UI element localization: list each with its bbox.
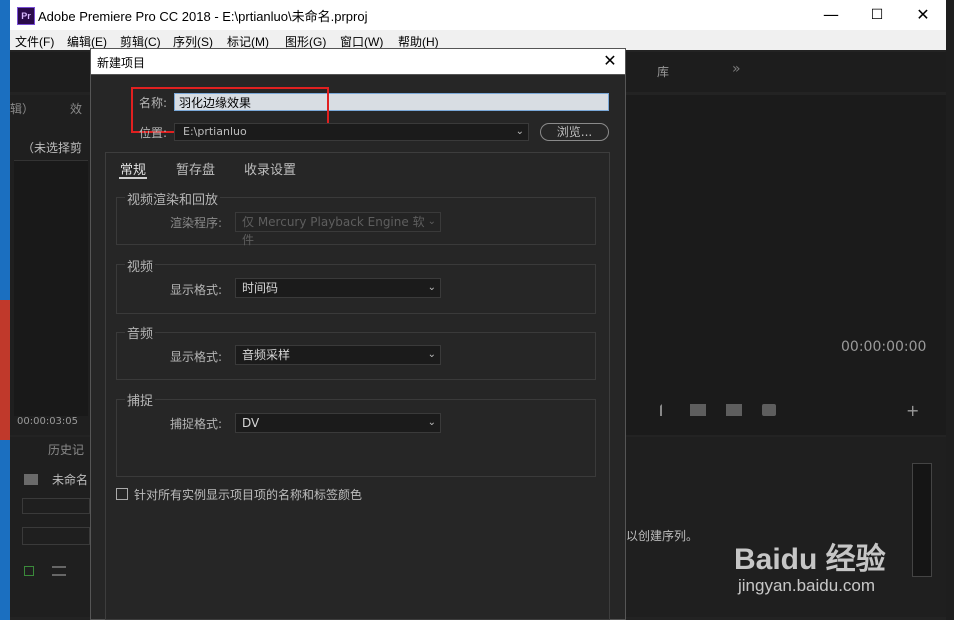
timecode-left: 00:00:03:05 — [17, 416, 79, 427]
effects-tab[interactable]: 效 — [70, 100, 82, 117]
right-panel-header — [626, 52, 946, 92]
audio-format-value: 音频采样 — [242, 348, 291, 362]
dialog-close-icon[interactable]: ✕ — [598, 50, 622, 72]
baidu-watermark-url: jingyan.baidu.com — [738, 576, 876, 595]
maximize-button[interactable]: ☐ — [854, 0, 900, 30]
video-format-label: 显示格式: — [170, 283, 223, 297]
libraries-tab[interactable]: 库 — [657, 63, 669, 80]
baidu-watermark-logo: Baidu 经验 — [734, 543, 886, 576]
tab-ingest-settings[interactable]: 收录设置 — [244, 159, 296, 178]
video-format-select[interactable]: 时间码 ⌄ — [235, 278, 441, 298]
location-value: E:\prtianluo — [183, 125, 247, 138]
capture-format-select[interactable]: DV ⌄ — [235, 413, 441, 433]
timecode-right: 00:00:00:00 — [841, 339, 927, 355]
audio-format-label: 显示格式: — [170, 350, 223, 364]
tab-general[interactable]: 常规 — [120, 159, 146, 178]
camera-icon[interactable] — [762, 404, 776, 416]
capture-title: 捕捉 — [125, 390, 156, 409]
location-label: 位置: — [139, 126, 168, 140]
tab-scratch-disks[interactable]: 暂存盘 — [176, 159, 215, 178]
audio-title: 音频 — [125, 323, 156, 342]
project-item-name[interactable]: 未命名 — [52, 471, 88, 488]
capture-format-label: 捕捉格式: — [170, 417, 223, 431]
dialog-title: 新建项目 — [97, 56, 146, 70]
video-format-value: 时间码 — [242, 281, 279, 295]
window-title: Adobe Premiere Pro CC 2018 - E:\prtianlu… — [38, 9, 368, 24]
browse-button[interactable]: 浏览... — [540, 123, 609, 141]
history-tab[interactable]: 历史记 — [48, 441, 84, 458]
renderer-select: 仅 Mercury Playback Engine 软件 ⌄ — [235, 212, 441, 247]
desktop-icons-strip — [0, 300, 10, 440]
capture-format-value: DV — [242, 416, 260, 430]
left-panel-header — [10, 52, 90, 92]
go-to-out-icon[interactable] — [650, 404, 662, 416]
audio-meter — [912, 463, 932, 577]
premiere-app-icon: Pr — [17, 7, 35, 25]
show-label-colors-label: 针对所有实例显示项目项的名称和标签颜色 — [134, 488, 363, 502]
no-selection-text: （未选择剪 — [22, 141, 83, 155]
project-search-input[interactable] — [22, 498, 90, 514]
menu-file[interactable]: 文件(F) — [15, 33, 54, 50]
renderer-label: 渲染程序: — [170, 216, 223, 230]
video-render-title: 视频渲染和回放 — [125, 189, 221, 208]
project-list-field[interactable] — [22, 527, 90, 545]
effect-controls-body — [14, 160, 88, 416]
show-label-colors-checkbox[interactable] — [116, 488, 128, 500]
active-tab-underline — [119, 177, 147, 179]
chevron-down-icon: ⌄ — [427, 417, 436, 428]
more-tabs-icon[interactable]: » — [732, 61, 741, 77]
insert-icon[interactable] — [690, 404, 706, 416]
left-panel-tab[interactable]: 辑） — [10, 100, 34, 117]
timeline-hint-text: 以创建序列。 — [626, 529, 699, 543]
location-select[interactable]: E:\prtianluo ⌄ — [174, 123, 529, 141]
folder-icon — [24, 474, 38, 485]
program-monitor — [626, 95, 946, 435]
video-title: 视频 — [125, 256, 156, 275]
minimize-button[interactable]: — — [808, 0, 854, 30]
chevron-down-icon: ⌄ — [427, 282, 436, 293]
chevron-down-icon: ⌄ — [427, 349, 436, 360]
dialog-title-bar — [90, 48, 626, 75]
capture-group — [116, 399, 596, 477]
add-button[interactable]: + — [906, 401, 919, 420]
close-window-button[interactable]: ✕ — [900, 0, 946, 30]
audio-format-select[interactable]: 音频采样 ⌄ — [235, 345, 441, 365]
list-view-icon[interactable] — [52, 566, 66, 576]
lock-icon[interactable] — [24, 566, 34, 576]
chevron-down-icon: ⌄ — [515, 126, 524, 137]
chevron-down-icon: ⌄ — [427, 216, 436, 227]
overwrite-icon[interactable] — [726, 404, 742, 416]
